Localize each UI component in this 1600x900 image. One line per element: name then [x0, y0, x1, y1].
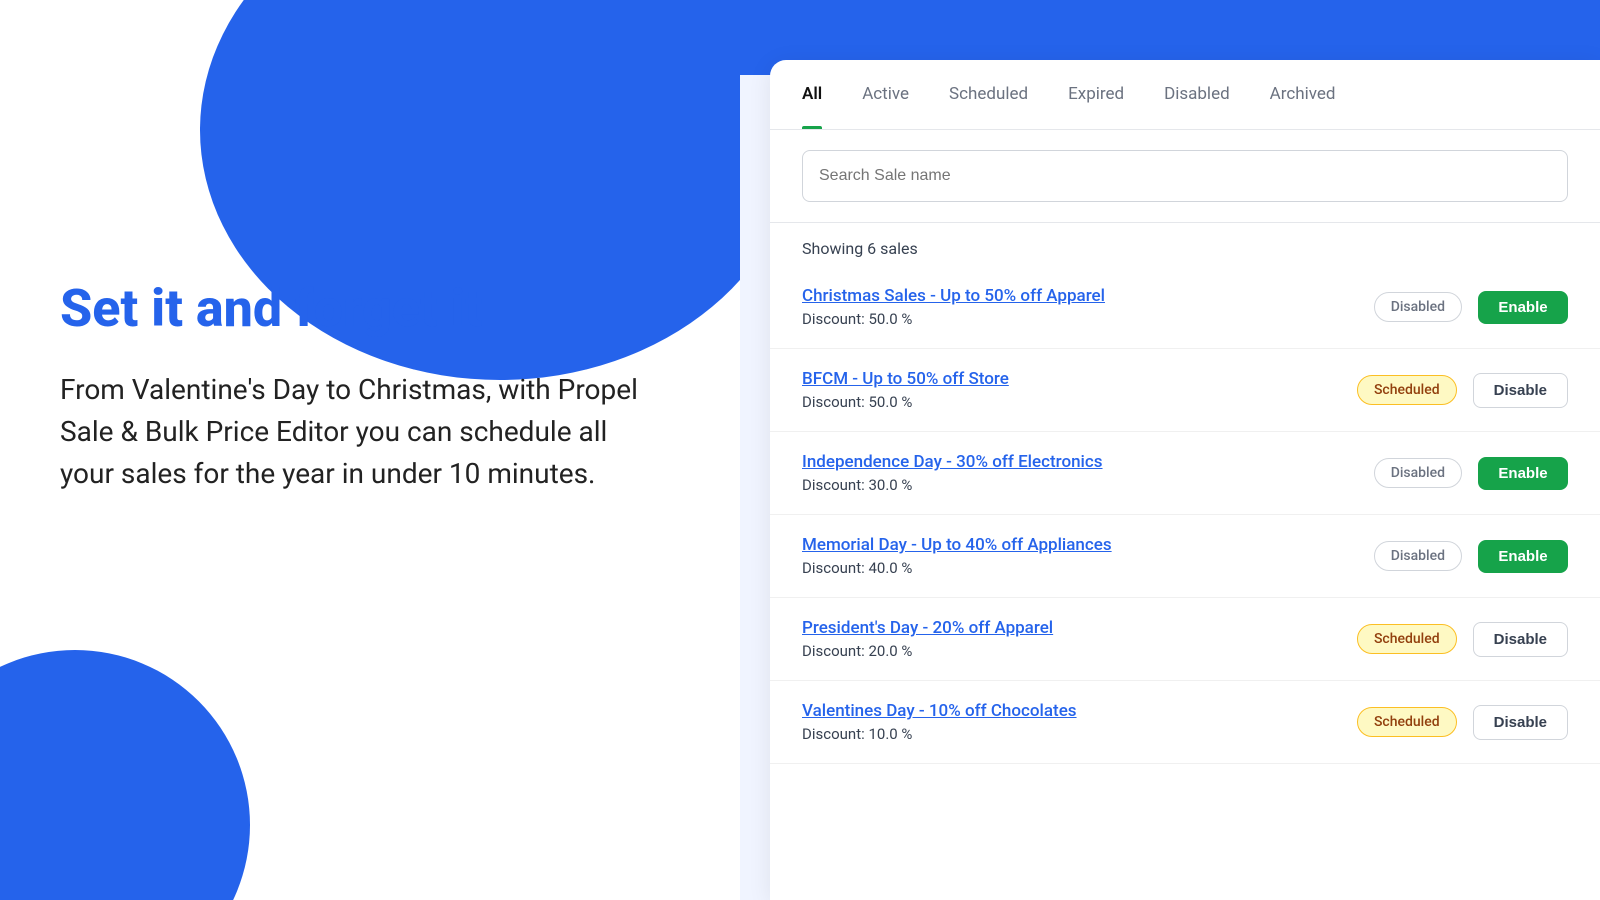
sale-name-2[interactable]: Independence Day - 30% off Electronics [802, 452, 1358, 472]
tab-archived[interactable]: Archived [1250, 60, 1356, 129]
sale-name-4[interactable]: President's Day - 20% off Apparel [802, 618, 1341, 638]
sale-name-3[interactable]: Memorial Day - Up to 40% off Appliances [802, 535, 1358, 555]
sale-item: Memorial Day - Up to 40% off Appliances … [770, 515, 1600, 598]
tab-scheduled[interactable]: Scheduled [929, 60, 1048, 129]
sale-discount-0: Discount: 50.0 % [802, 310, 1358, 328]
sale-discount-4: Discount: 20.0 % [802, 642, 1341, 660]
left-panel: Set it and forget it From Valentine's Da… [0, 0, 760, 900]
sales-list: Christmas Sales - Up to 50% off Apparel … [770, 266, 1600, 900]
sale-item: Christmas Sales - Up to 50% off Apparel … [770, 266, 1600, 349]
main-description: From Valentine's Day to Christmas, with … [60, 369, 640, 495]
sale-item: BFCM - Up to 50% off Store Discount: 50.… [770, 349, 1600, 432]
tab-expired[interactable]: Expired [1048, 60, 1144, 129]
status-badge-2: Disabled [1374, 458, 1462, 488]
sale-name-1[interactable]: BFCM - Up to 50% off Store [802, 369, 1341, 389]
tab-disabled[interactable]: Disabled [1144, 60, 1250, 129]
action-btn-0[interactable]: Enable [1478, 291, 1568, 324]
main-heading: Set it and forget it [60, 280, 640, 337]
status-badge-3: Disabled [1374, 541, 1462, 571]
action-btn-2[interactable]: Enable [1478, 457, 1568, 490]
sale-info-1: BFCM - Up to 50% off Store Discount: 50.… [802, 369, 1341, 411]
sale-discount-1: Discount: 50.0 % [802, 393, 1341, 411]
search-input[interactable] [802, 150, 1568, 202]
sale-info-0: Christmas Sales - Up to 50% off Apparel … [802, 286, 1358, 328]
sale-discount-3: Discount: 40.0 % [802, 559, 1358, 577]
sale-item: Valentines Day - 10% off Chocolates Disc… [770, 681, 1600, 764]
status-badge-1: Scheduled [1357, 375, 1457, 405]
sale-info-5: Valentines Day - 10% off Chocolates Disc… [802, 701, 1341, 743]
sale-item: President's Day - 20% off Apparel Discou… [770, 598, 1600, 681]
action-btn-5[interactable]: Disable [1473, 705, 1568, 740]
blue-bottom-left [0, 650, 250, 900]
action-btn-4[interactable]: Disable [1473, 622, 1568, 657]
tabs-container: All Active Scheduled Expired Disabled Ar… [770, 60, 1600, 130]
sale-item: Independence Day - 30% off Electronics D… [770, 432, 1600, 515]
sale-discount-5: Discount: 10.0 % [802, 725, 1341, 743]
showing-count: Showing 6 sales [770, 223, 1600, 266]
status-badge-5: Scheduled [1357, 707, 1457, 737]
sale-name-5[interactable]: Valentines Day - 10% off Chocolates [802, 701, 1341, 721]
tab-active[interactable]: Active [842, 60, 929, 129]
right-panel: All Active Scheduled Expired Disabled Ar… [740, 0, 1600, 900]
action-btn-3[interactable]: Enable [1478, 540, 1568, 573]
search-container [770, 130, 1600, 223]
status-badge-4: Scheduled [1357, 624, 1457, 654]
sale-info-2: Independence Day - 30% off Electronics D… [802, 452, 1358, 494]
action-btn-1[interactable]: Disable [1473, 373, 1568, 408]
sale-info-3: Memorial Day - Up to 40% off Appliances … [802, 535, 1358, 577]
sale-info-4: President's Day - 20% off Apparel Discou… [802, 618, 1341, 660]
left-content: Set it and forget it From Valentine's Da… [60, 280, 640, 495]
status-badge-0: Disabled [1374, 292, 1462, 322]
white-card: All Active Scheduled Expired Disabled Ar… [770, 60, 1600, 900]
sale-discount-2: Discount: 30.0 % [802, 476, 1358, 494]
tab-all[interactable]: All [802, 60, 842, 129]
sale-name-0[interactable]: Christmas Sales - Up to 50% off Apparel [802, 286, 1358, 306]
